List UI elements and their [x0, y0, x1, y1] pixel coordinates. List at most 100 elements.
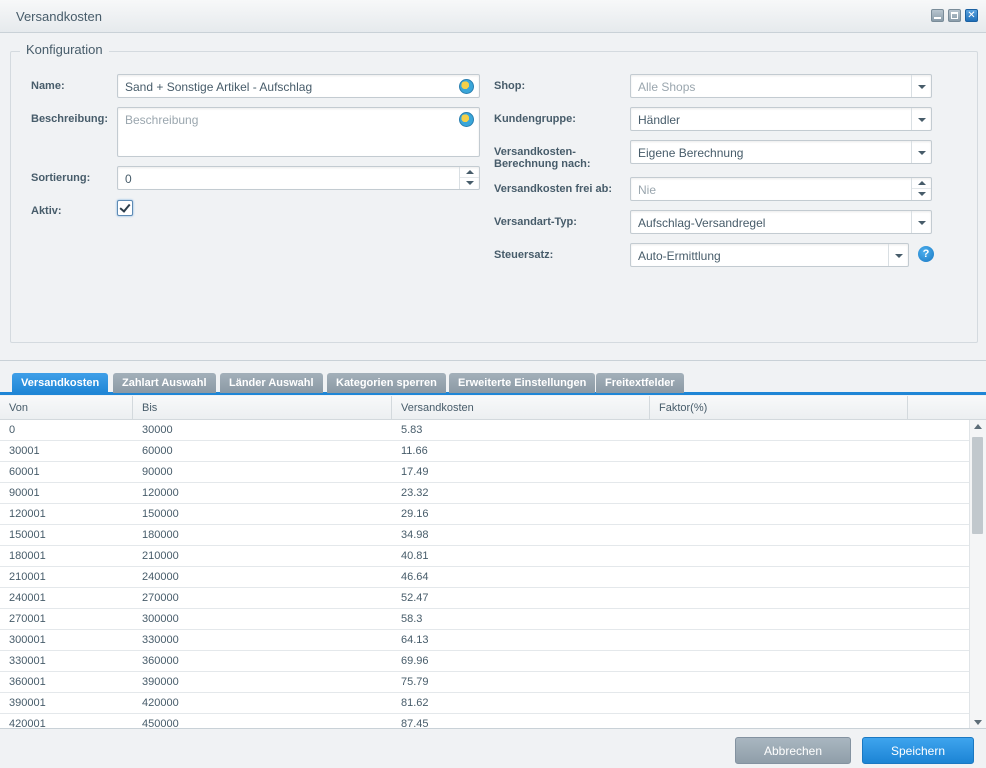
table-cell[interactable]: 150001: [0, 525, 133, 546]
table-cell[interactable]: 64.13: [392, 630, 650, 651]
kundengruppe-select[interactable]: Händler: [630, 107, 932, 131]
table-cell[interactable]: 120000: [133, 483, 392, 504]
table-cell[interactable]: 81.62: [392, 693, 650, 714]
tab-erweiterte-einstellungen[interactable]: Erweiterte Einstellungen: [449, 373, 596, 393]
frei-spinner[interactable]: [911, 178, 931, 200]
table-cell[interactable]: 300000: [133, 609, 392, 630]
beschreibung-field[interactable]: Beschreibung: [117, 107, 480, 157]
shop-select[interactable]: Alle Shops: [630, 74, 932, 98]
table-row[interactable]: 60001 90000 17.49: [0, 462, 969, 483]
tab-kategorien-sperren[interactable]: Kategorien sperren: [327, 373, 446, 393]
table-cell[interactable]: 11.66: [392, 441, 650, 462]
table-cell[interactable]: [650, 588, 908, 609]
sortierung-field[interactable]: 0: [117, 166, 480, 190]
table-cell[interactable]: 75.79: [392, 672, 650, 693]
scroll-thumb[interactable]: [972, 437, 983, 534]
table-cell[interactable]: 420001: [0, 714, 133, 728]
tab-freitextfelder[interactable]: Freitextfelder: [596, 373, 684, 393]
table-cell[interactable]: 58.3: [392, 609, 650, 630]
tab-zahlart-auswahl[interactable]: Zahlart Auswahl: [113, 373, 216, 393]
berechnung-select[interactable]: Eigene Berechnung: [630, 140, 932, 164]
table-cell[interactable]: [650, 693, 908, 714]
table-cell[interactable]: 60000: [133, 441, 392, 462]
table-row[interactable]: 0 30000 5.83: [0, 420, 969, 441]
table-row[interactable]: 420001 450000 87.45: [0, 714, 969, 728]
table-cell[interactable]: 17.49: [392, 462, 650, 483]
sortierung-spinner[interactable]: [459, 167, 479, 189]
spin-up-icon[interactable]: [460, 167, 479, 178]
table-cell[interactable]: 40.81: [392, 546, 650, 567]
table-row[interactable]: 30001 60000 11.66: [0, 441, 969, 462]
table-cell[interactable]: 46.64: [392, 567, 650, 588]
table-cell[interactable]: 120001: [0, 504, 133, 525]
table-cell[interactable]: [650, 441, 908, 462]
spin-down-icon[interactable]: [912, 189, 931, 200]
column-header-bis[interactable]: Bis: [133, 396, 392, 420]
table-cell[interactable]: 420000: [133, 693, 392, 714]
table-cell[interactable]: [650, 651, 908, 672]
table-cell[interactable]: 0: [0, 420, 133, 441]
maximize-icon[interactable]: [948, 9, 961, 22]
table-cell[interactable]: 270000: [133, 588, 392, 609]
tab-versandkosten[interactable]: Versandkosten: [12, 373, 109, 393]
frei-ab-field[interactable]: Nie: [630, 177, 932, 201]
table-cell[interactable]: 5.83: [392, 420, 650, 441]
table-cell[interactable]: 180000: [133, 525, 392, 546]
chevron-down-icon[interactable]: [911, 75, 931, 97]
table-cell[interactable]: [650, 483, 908, 504]
table-cell[interactable]: 390001: [0, 693, 133, 714]
table-row[interactable]: 120001 150000 29.16: [0, 504, 969, 525]
versandart-typ-select[interactable]: Aufschlag-Versandregel: [630, 210, 932, 234]
table-cell[interactable]: 30000: [133, 420, 392, 441]
scroll-down-icon[interactable]: [974, 720, 982, 725]
table-cell[interactable]: 150000: [133, 504, 392, 525]
table-row[interactable]: 330001 360000 69.96: [0, 651, 969, 672]
name-field[interactable]: Sand + Sonstige Artikel - Aufschlag: [117, 74, 480, 98]
table-cell[interactable]: 360001: [0, 672, 133, 693]
table-cell[interactable]: 180001: [0, 546, 133, 567]
table-cell[interactable]: 90001: [0, 483, 133, 504]
aktiv-checkbox[interactable]: [117, 200, 133, 216]
table-cell[interactable]: [650, 567, 908, 588]
globe-icon[interactable]: [459, 79, 474, 94]
table-cell[interactable]: 23.32: [392, 483, 650, 504]
table-cell[interactable]: 270001: [0, 609, 133, 630]
chevron-down-icon[interactable]: [888, 244, 908, 266]
column-header-von[interactable]: Von: [0, 396, 133, 420]
column-header-faktor[interactable]: Faktor(%): [650, 396, 908, 420]
table-row[interactable]: 270001 300000 58.3: [0, 609, 969, 630]
table-cell[interactable]: [650, 672, 908, 693]
table-row[interactable]: 180001 210000 40.81: [0, 546, 969, 567]
table-cell[interactable]: [650, 609, 908, 630]
table-cell[interactable]: 34.98: [392, 525, 650, 546]
save-button[interactable]: Speichern: [862, 737, 974, 764]
table-cell[interactable]: 29.16: [392, 504, 650, 525]
table-cell[interactable]: 360000: [133, 651, 392, 672]
help-icon[interactable]: ?: [918, 246, 934, 262]
tab-laender-auswahl[interactable]: Länder Auswahl: [220, 373, 323, 393]
table-cell[interactable]: [650, 420, 908, 441]
globe-icon[interactable]: [459, 112, 474, 127]
steuersatz-select[interactable]: Auto-Ermittlung: [630, 243, 909, 267]
table-cell[interactable]: 240000: [133, 567, 392, 588]
table-cell[interactable]: 52.47: [392, 588, 650, 609]
scroll-up-icon[interactable]: [974, 424, 982, 429]
table-cell[interactable]: 330000: [133, 630, 392, 651]
table-row[interactable]: 360001 390000 75.79: [0, 672, 969, 693]
table-row[interactable]: 210001 240000 46.64: [0, 567, 969, 588]
table-cell[interactable]: 300001: [0, 630, 133, 651]
column-header-versandkosten[interactable]: Versandkosten: [392, 396, 650, 420]
table-cell[interactable]: 390000: [133, 672, 392, 693]
cancel-button[interactable]: Abbrechen: [735, 737, 851, 764]
table-row[interactable]: 90001 120000 23.32: [0, 483, 969, 504]
table-cell[interactable]: 69.96: [392, 651, 650, 672]
table-cell[interactable]: [650, 504, 908, 525]
spin-up-icon[interactable]: [912, 178, 931, 189]
table-cell[interactable]: 90000: [133, 462, 392, 483]
close-icon[interactable]: ✕: [965, 9, 978, 22]
chevron-down-icon[interactable]: [911, 211, 931, 233]
minimize-icon[interactable]: [931, 9, 944, 22]
table-row[interactable]: 240001 270000 52.47: [0, 588, 969, 609]
table-cell[interactable]: 240001: [0, 588, 133, 609]
table-row[interactable]: 300001 330000 64.13: [0, 630, 969, 651]
